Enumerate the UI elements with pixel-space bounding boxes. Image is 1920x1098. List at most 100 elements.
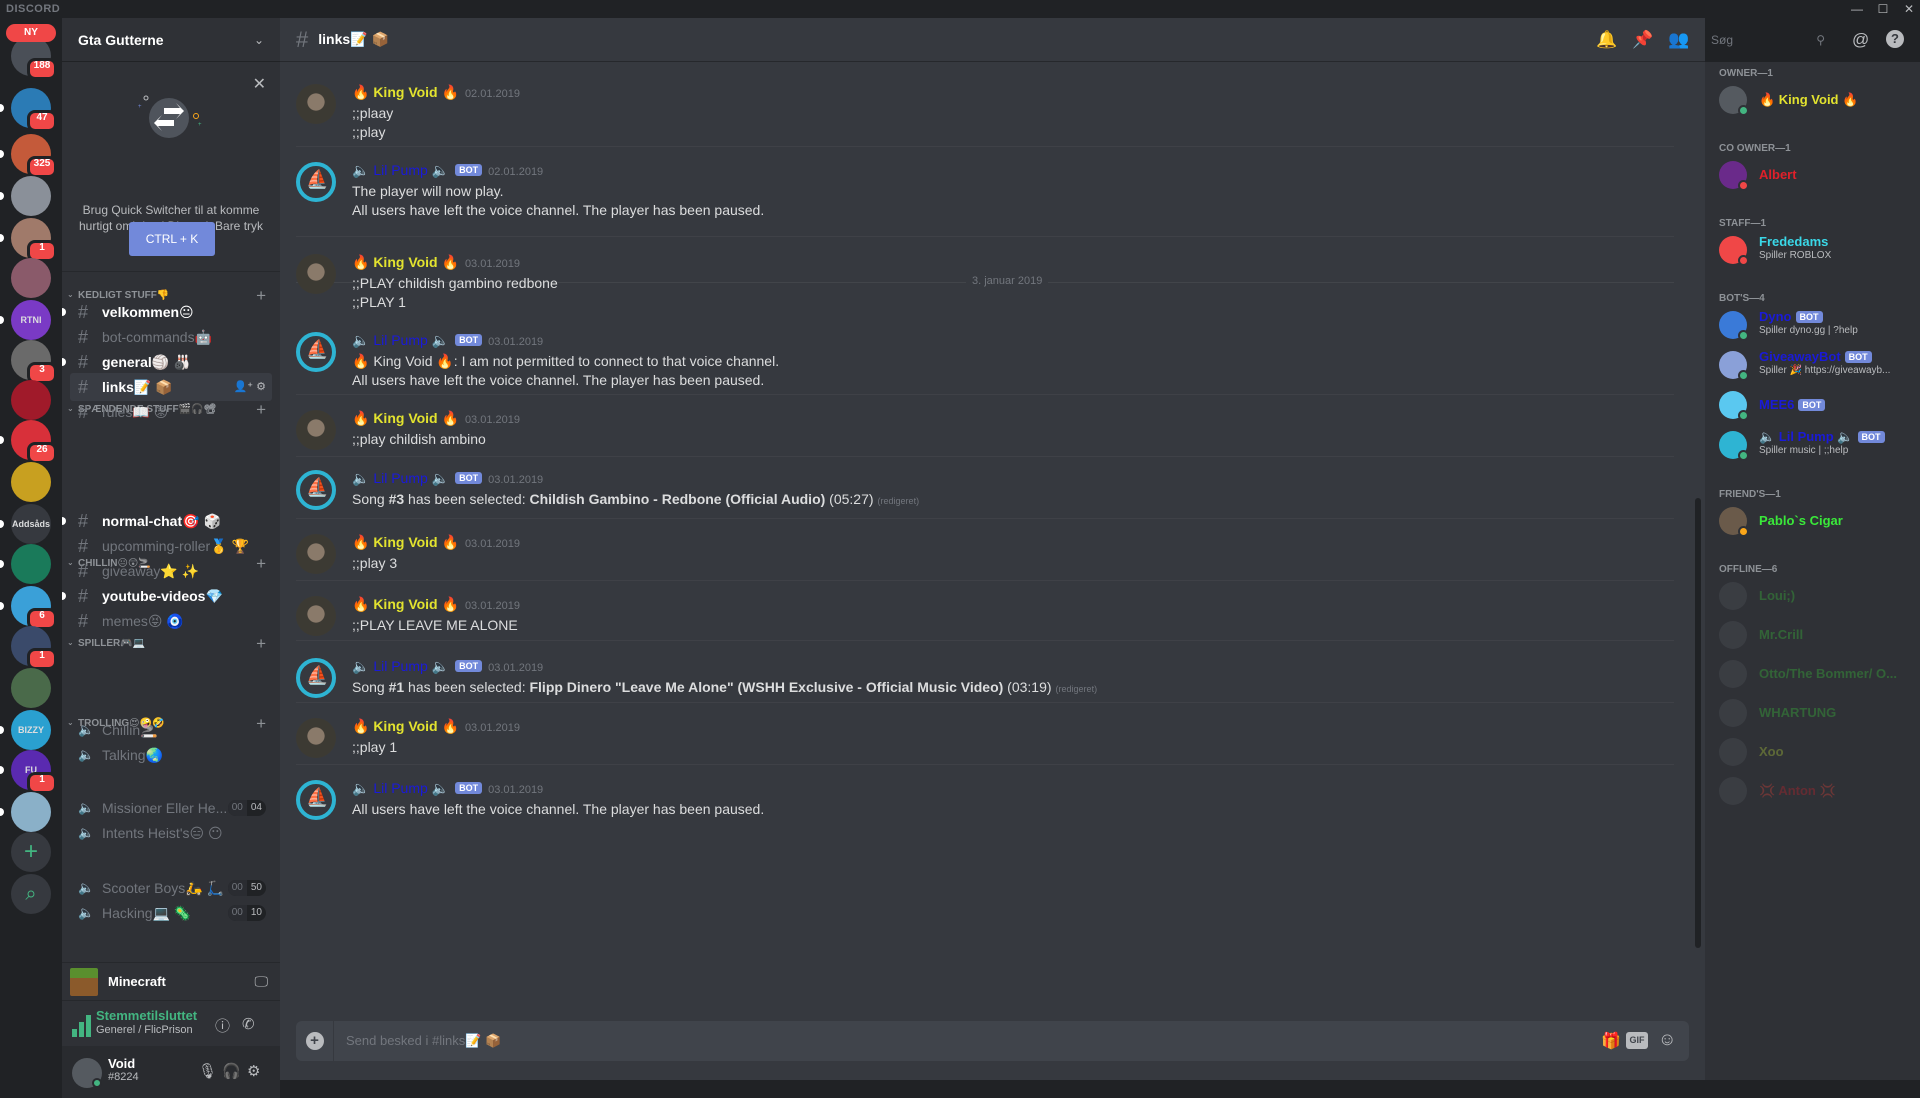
- author-avatar[interactable]: [296, 658, 336, 698]
- member-item[interactable]: Xoo: [1719, 736, 1919, 772]
- author-avatar[interactable]: [296, 534, 336, 574]
- info-icon[interactable]: ⓘ: [215, 1015, 230, 1036]
- channel-text[interactable]: # general🏐 🎳: [62, 348, 272, 376]
- author-avatar[interactable]: [296, 254, 336, 294]
- server-icon-fu-server[interactable]: FU 1: [0, 750, 57, 794]
- author-avatar[interactable]: [296, 84, 336, 124]
- server-icon-face-server[interactable]: 1: [0, 218, 57, 262]
- channel-text[interactable]: # memes😝 🧿: [70, 607, 272, 635]
- member-item[interactable]: Loui;): [1719, 580, 1919, 616]
- server-icon-space-server[interactable]: 1: [11, 626, 57, 670]
- server-icon-home[interactable]: 188: [11, 36, 57, 80]
- author-name[interactable]: 🔈 Lil Pump 🔈: [352, 470, 449, 486]
- member-item[interactable]: Mr.Crill: [1719, 619, 1919, 655]
- message-composer[interactable]: + Send besked i #links📝 📦 🎁 GIF ☺: [296, 1021, 1689, 1061]
- member-item[interactable]: 💢 Anton 💢: [1719, 775, 1919, 811]
- close-icon[interactable]: ✕: [253, 74, 266, 94]
- headphones-icon[interactable]: 🎧: [222, 1062, 241, 1080]
- explore-servers-button[interactable]: ⌕: [11, 874, 51, 914]
- server-icon-red-server[interactable]: 26: [0, 420, 57, 464]
- author-name[interactable]: 🔥 King Void 🔥: [352, 84, 459, 100]
- minimize-button[interactable]: —: [1844, 0, 1870, 18]
- author-name[interactable]: 🔥 King Void 🔥: [352, 718, 459, 734]
- member-item[interactable]: WHARTUNG: [1719, 697, 1919, 733]
- upload-button[interactable]: +: [296, 1021, 334, 1061]
- channel-text[interactable]: # giveaway⭐ ✨: [70, 557, 272, 585]
- channel-voice[interactable]: 🔈 Missioner Eller He... 00 04: [70, 794, 272, 822]
- channel-voice[interactable]: 🔈 Talking🌏: [70, 741, 272, 769]
- server-icon-rust-server[interactable]: 325: [0, 134, 57, 178]
- disconnect-icon[interactable]: ✆: [242, 1015, 255, 1033]
- channel-voice[interactable]: 🔈 Hacking💻 🦠 00 10: [70, 899, 272, 927]
- channel-text[interactable]: # velkommen😐: [62, 298, 272, 326]
- author-avatar[interactable]: [296, 596, 336, 636]
- member-item[interactable]: Albert: [1719, 159, 1919, 195]
- gift-icon[interactable]: 🎁: [1601, 1031, 1621, 1051]
- add-server-button[interactable]: +: [11, 832, 51, 872]
- server-icon-eye-server[interactable]: 47: [0, 88, 57, 132]
- pin-icon[interactable]: 📌: [1632, 30, 1653, 50]
- channel-text[interactable]: # normal-chat🎯 🎲: [62, 507, 272, 535]
- author-name[interactable]: 🔥 King Void 🔥: [352, 534, 459, 550]
- bell-icon[interactable]: 🔔: [1596, 30, 1617, 50]
- member-item[interactable]: Frededams Spiller ROBLOX: [1719, 234, 1919, 270]
- author-avatar[interactable]: [296, 162, 336, 202]
- server-icon-sunglasses-server[interactable]: 6: [0, 586, 57, 630]
- search-input[interactable]: Søg ⚲: [1705, 28, 1833, 52]
- channel-text[interactable]: # youtube-videos💎: [62, 582, 272, 610]
- ctrl-k-button[interactable]: CTRL + K: [129, 222, 215, 256]
- server-icon-addsads-server[interactable]: Addsåds: [0, 504, 51, 544]
- maximize-button[interactable]: ☐: [1870, 0, 1896, 18]
- member-item[interactable]: Pablo`s Cigar: [1719, 505, 1919, 541]
- member-item[interactable]: GiveawayBot BOT Spiller 🎉 https://giveaway…: [1719, 349, 1919, 385]
- category-header[interactable]: ⌄ SPILLER🎮💻 +: [62, 634, 280, 654]
- author-name[interactable]: 🔈 Lil Pump 🔈: [352, 332, 449, 348]
- mention-icon[interactable]: @: [1852, 30, 1869, 50]
- scrollbar[interactable]: [1695, 498, 1701, 948]
- server-header[interactable]: Gta Gutterne ⌄: [62, 18, 280, 62]
- author-avatar[interactable]: [296, 332, 336, 372]
- author-name[interactable]: 🔥 King Void 🔥: [352, 410, 459, 426]
- channel-text[interactable]: # rules📖 😡: [70, 398, 272, 426]
- close-window-button[interactable]: ✕: [1896, 0, 1920, 18]
- server-icon-gta-server[interactable]: [11, 258, 51, 298]
- author-avatar[interactable]: [296, 410, 336, 450]
- help-icon[interactable]: ?: [1886, 30, 1904, 48]
- microphone-icon[interactable]: 🎙: [198, 1062, 217, 1080]
- channel-voice[interactable]: 🔈 Chillin🚬: [70, 716, 272, 744]
- gif-button[interactable]: GIF: [1626, 1032, 1648, 1049]
- author-avatar[interactable]: [296, 718, 336, 758]
- server-icon-dog-server[interactable]: 3: [11, 340, 57, 384]
- author-name[interactable]: 🔥 King Void 🔥: [352, 254, 459, 270]
- server-icon-fortnite-server[interactable]: RTNI: [0, 300, 51, 340]
- emoji-icon[interactable]: ☺: [1658, 1029, 1676, 1050]
- screen-share-icon[interactable]: 🖵: [255, 973, 269, 990]
- member-item[interactable]: 🔈 Lil Pump 🔈 BOT Spiller music | ;;help: [1719, 429, 1919, 465]
- author-name[interactable]: 🔈 Lil Pump 🔈: [352, 658, 449, 674]
- settings-gear-icon[interactable]: ⚙: [247, 1062, 260, 1080]
- server-icon-red-logo-server[interactable]: [11, 380, 51, 420]
- server-icon-bizzy-server[interactable]: BIZZY: [0, 710, 51, 750]
- author-name[interactable]: 🔈 Lil Pump 🔈: [352, 162, 449, 178]
- author-name[interactable]: 🔈 Lil Pump 🔈: [352, 780, 449, 796]
- channel-text[interactable]: # upcomming-roller🥇 🏆: [70, 532, 272, 560]
- author-name[interactable]: 🔥 King Void 🔥: [352, 596, 459, 612]
- member-item[interactable]: Otto/The Bommer/ O...: [1719, 658, 1919, 694]
- author-avatar[interactable]: [296, 470, 336, 510]
- server-icon-flag-server[interactable]: [0, 176, 51, 216]
- channel-voice[interactable]: 🔈 Intents Heist's😑 😶: [70, 819, 272, 847]
- add-channel-icon[interactable]: +: [256, 634, 266, 654]
- channel-text[interactable]: # bot-commands🤖: [70, 323, 272, 351]
- member-item[interactable]: MEE6 BOT: [1719, 389, 1919, 425]
- server-icon-emoji-server[interactable]: [11, 462, 51, 502]
- author-avatar[interactable]: [296, 780, 336, 820]
- server-icon-rainbow-server[interactable]: [0, 544, 51, 584]
- member-item[interactable]: 🔥 King Void 🔥: [1719, 84, 1919, 120]
- member-list-icon[interactable]: 👥: [1668, 30, 1689, 50]
- server-icon-mountain-server[interactable]: [0, 792, 51, 832]
- invite-settings-icons[interactable]: 👤⁺ ⚙: [234, 373, 266, 401]
- member-item[interactable]: Dyno BOT Spiller dyno.gg | ?help: [1719, 309, 1919, 345]
- server-icon-thuglife-server[interactable]: [11, 668, 51, 708]
- channel-voice[interactable]: 🔈 Scooter Boys🛵 🛴 00 50: [70, 874, 272, 902]
- channel-text[interactable]: # links📝 📦 👤⁺ ⚙: [70, 373, 272, 401]
